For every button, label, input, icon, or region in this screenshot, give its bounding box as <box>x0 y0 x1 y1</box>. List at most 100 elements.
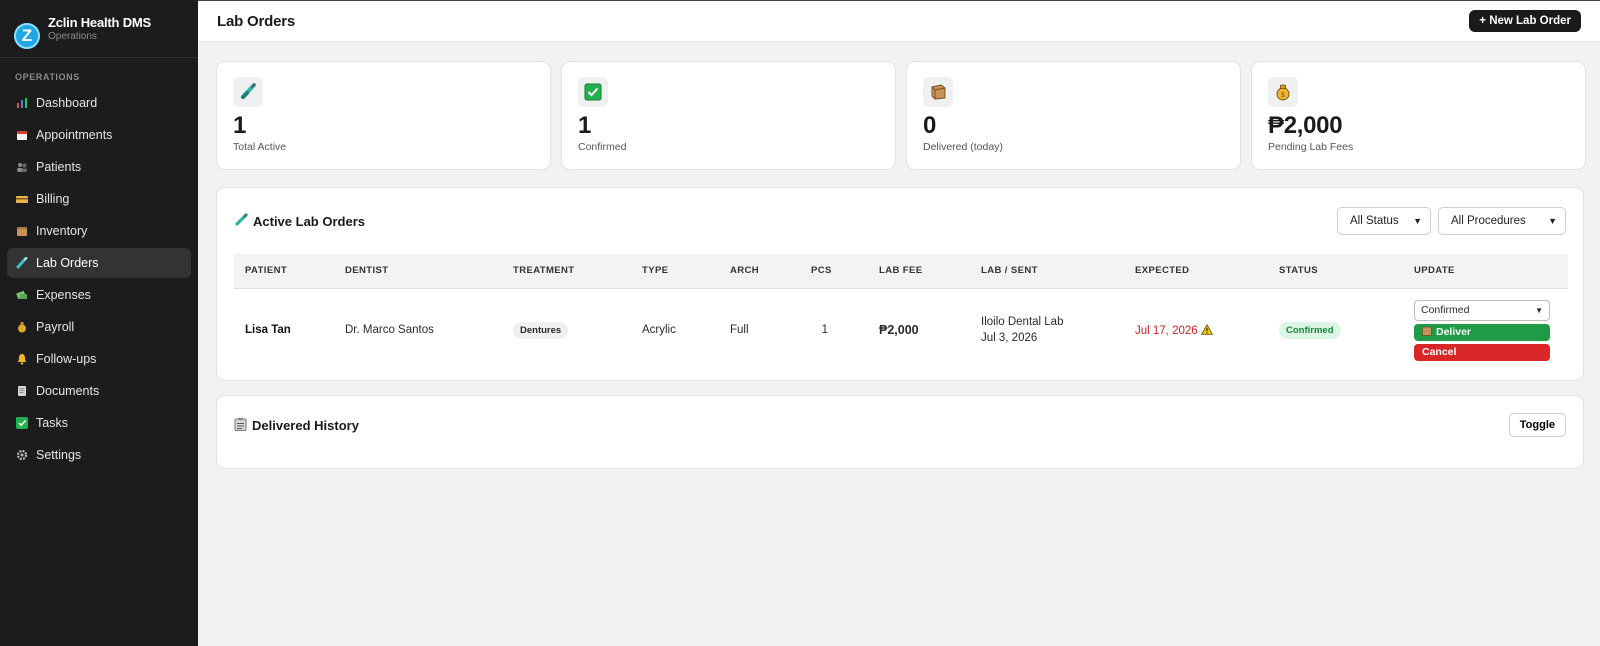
stat-label: Confirmed <box>578 141 627 153</box>
gear-icon <box>16 449 28 461</box>
sidebar-item-label: Dashboard <box>36 96 98 110</box>
column-header[interactable]: STATUS <box>1268 254 1403 289</box>
brand-text: Zclin Health DMS Operations <box>48 15 151 42</box>
history-title: Delivered History <box>252 417 359 433</box>
active-lab-orders-panel: Active Lab Orders All Status ▼ All Proce… <box>216 187 1584 381</box>
calendar-icon <box>16 129 28 141</box>
stat-label: Total Active <box>233 141 287 153</box>
sidebar-item-patients[interactable]: Patients <box>7 152 191 182</box>
stat-value: 0 <box>923 112 937 139</box>
stat-card-confirmed: 1 Confirmed <box>561 61 896 170</box>
cell-patient: Lisa Tan <box>245 324 291 337</box>
sidebar-item-tasks[interactable]: Tasks <box>7 408 191 438</box>
sidebar-item-settings[interactable]: Settings <box>7 440 191 470</box>
box-icon <box>1422 326 1432 338</box>
sidebar-item-label: Lab Orders <box>36 256 99 270</box>
panel-header: Active Lab Orders All Status ▼ All Proce… <box>217 188 1583 254</box>
panel-header: Delivered History Toggle <box>217 396 1583 454</box>
column-header[interactable]: UPDATE <box>1403 254 1568 289</box>
sidebar-item-label: Payroll <box>36 320 75 334</box>
toggle-history-button[interactable]: Toggle <box>1508 413 1566 437</box>
cell-dentist: Dr. Marco Santos <box>345 324 434 337</box>
cell-arch: Full <box>730 324 749 337</box>
warning-icon <box>1200 323 1213 337</box>
people-icon <box>16 161 28 173</box>
column-header[interactable]: DENTIST <box>334 254 502 289</box>
update-status-select[interactable]: Confirmed ▼ <box>1414 299 1550 321</box>
cell-lab-fee: ₱2,000 <box>879 323 919 338</box>
procedure-filter-select[interactable]: All Procedures ▼ <box>1438 207 1566 235</box>
active-orders-title: Active Lab Orders <box>253 213 365 229</box>
sidebar: Z Zclin Health DMS Operations OPERATIONS… <box>0 0 198 646</box>
deliver-label: Deliver <box>1436 326 1472 339</box>
status-filter-select[interactable]: All Status ▼ <box>1337 207 1431 235</box>
sidebar-item-label: Expenses <box>36 288 91 302</box>
sidebar-item-lab-orders[interactable]: Lab Orders <box>7 248 191 278</box>
new-lab-order-button[interactable]: + New Lab Order <box>1469 10 1581 32</box>
clipboard-icon <box>234 417 247 434</box>
stat-value: ₱2,000 <box>1268 112 1343 139</box>
test-tube-icon <box>16 256 28 269</box>
box-icon <box>923 77 953 107</box>
stat-value: 1 <box>233 112 247 139</box>
column-header[interactable]: LAB FEE <box>868 254 970 289</box>
cell-lab-sent: Iloilo Dental Lab Jul 3, 2026 <box>970 288 1124 372</box>
money-bag-icon: $ <box>1268 77 1298 107</box>
sidebar-item-follow-ups[interactable]: Follow-ups <box>7 344 191 374</box>
update-status-value: Confirmed <box>1421 304 1470 317</box>
delivered-history-panel: Delivered History Toggle <box>216 395 1584 469</box>
sidebar-item-appointments[interactable]: Appointments <box>7 120 191 150</box>
column-header[interactable]: TYPE <box>631 254 719 289</box>
main-content: Lab Orders + New Lab Order 1 Total Activ… <box>198 0 1600 646</box>
check-icon <box>578 77 608 107</box>
check-icon <box>16 417 28 429</box>
cell-treatment: Dentures <box>502 288 631 372</box>
panel-title: Delivered History <box>234 417 359 434</box>
column-header[interactable]: TREATMENT <box>502 254 631 289</box>
panel-title: Active Lab Orders <box>234 212 365 230</box>
column-header[interactable]: PATIENT <box>234 254 334 289</box>
cell-pcs: 1 <box>821 324 828 337</box>
logo-icon: Z <box>14 22 40 49</box>
card-icon <box>16 193 28 205</box>
cancel-button[interactable]: Cancel <box>1414 343 1550 361</box>
stat-card-pending-lab-fees: $ ₱2,000 Pending Lab Fees <box>1251 61 1586 170</box>
table-row: Lisa Tan Dr. Marco Santos Dentures Acryl… <box>234 288 1568 372</box>
filters: All Status ▼ All Procedures ▼ <box>1337 207 1566 235</box>
sidebar-item-inventory[interactable]: Inventory <box>7 216 191 246</box>
sidebar-item-label: Settings <box>36 448 82 462</box>
money-bag-icon <box>16 321 28 333</box>
test-tube-icon <box>233 77 263 107</box>
column-header[interactable]: ARCH <box>719 254 800 289</box>
column-header[interactable]: PCS <box>800 254 868 289</box>
sidebar-item-label: Billing <box>36 192 70 206</box>
column-header[interactable]: LAB / SENT <box>970 254 1124 289</box>
test-tube-icon <box>234 212 248 230</box>
stats-row: 1 Total Active 1 Confirmed 0 Delivered (… <box>216 61 1586 170</box>
sidebar-item-label: Inventory <box>36 224 88 238</box>
sidebar-item-expenses[interactable]: Expenses <box>7 280 191 310</box>
stat-value: 1 <box>578 112 592 139</box>
sidebar-item-label: Follow-ups <box>36 352 97 366</box>
sidebar-item-label: Patients <box>36 160 82 174</box>
stat-card-total-active: 1 Total Active <box>216 61 551 170</box>
column-header[interactable]: EXPECTED <box>1124 254 1268 289</box>
stat-label: Pending Lab Fees <box>1268 141 1354 153</box>
sidebar-item-label: Tasks <box>36 416 68 430</box>
status-filter-value: All Status <box>1350 215 1399 227</box>
sidebar-item-label: Documents <box>36 384 100 398</box>
treatment-badge: Dentures <box>513 321 569 339</box>
chevron-down-icon: ▼ <box>1535 305 1543 315</box>
document-icon <box>16 385 28 397</box>
sidebar-item-payroll[interactable]: Payroll <box>7 312 191 342</box>
sidebar-item-billing[interactable]: Billing <box>7 184 191 214</box>
lab-orders-table: PATIENT DENTIST TREATMENT TYPE ARCH PCS … <box>234 254 1568 372</box>
page-title: Lab Orders <box>217 12 296 30</box>
brand[interactable]: Z Zclin Health DMS Operations <box>0 0 198 58</box>
deliver-button[interactable]: Deliver <box>1414 323 1550 341</box>
chevron-down-icon: ▼ <box>1548 216 1557 226</box>
sidebar-item-dashboard[interactable]: Dashboard <box>7 88 191 118</box>
sidebar-item-label: Appointments <box>36 128 113 142</box>
brand-name: Zclin Health DMS <box>48 15 151 30</box>
sidebar-item-documents[interactable]: Documents <box>7 376 191 406</box>
